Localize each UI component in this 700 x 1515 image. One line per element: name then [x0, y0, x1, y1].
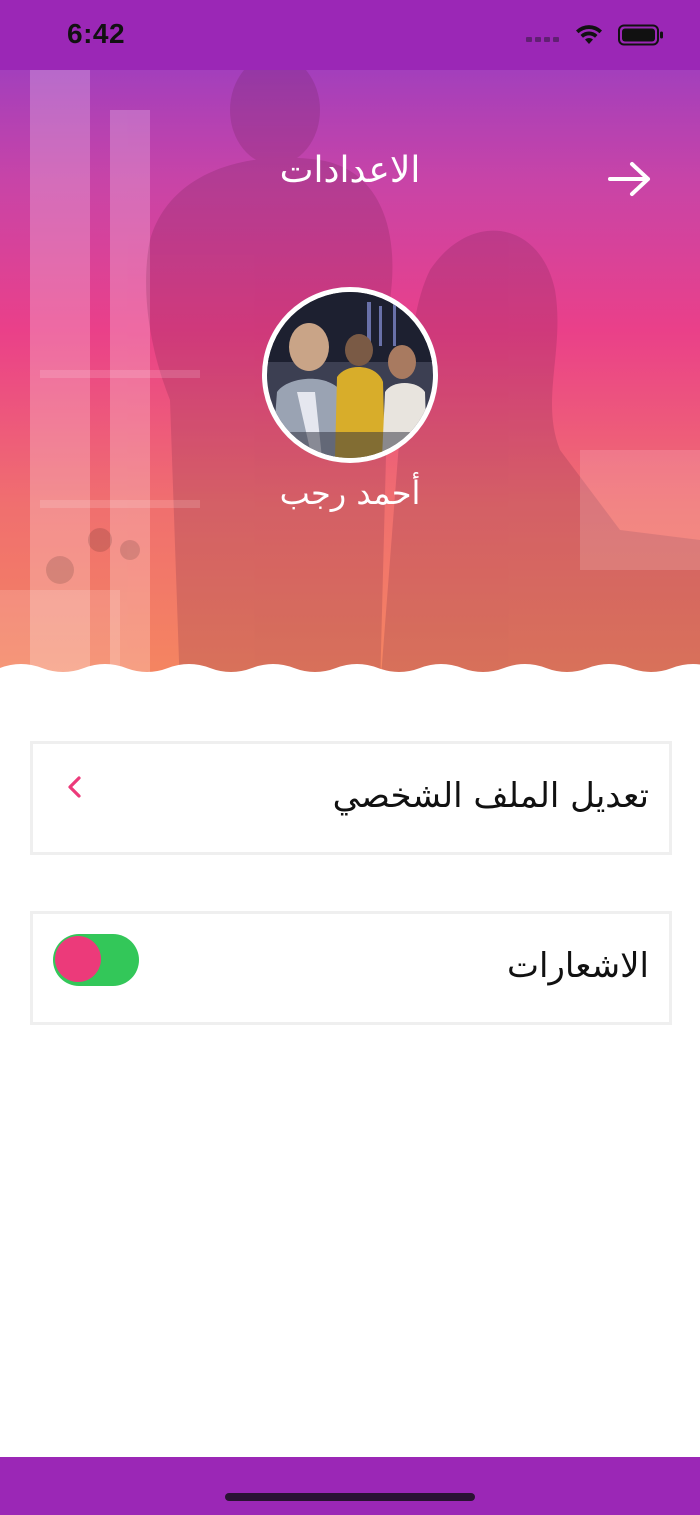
cellular-signal-icon [526, 28, 560, 47]
notifications-toggle[interactable] [53, 934, 139, 986]
home-indicator[interactable] [225, 1493, 475, 1501]
edit-profile-label: تعديل الملف الشخصي [332, 776, 649, 816]
notifications-row: الاشعارات [30, 911, 672, 1025]
user-name: أحمد رجب [279, 474, 421, 512]
battery-icon [618, 24, 664, 50]
back-button[interactable] [606, 158, 654, 200]
header-wave [0, 664, 700, 700]
arrow-right-icon [606, 162, 654, 204]
status-bar: 6:42 [0, 0, 700, 70]
settings-screen: 6:42 الاعدادات أحمد رجب تعديل الملف الشخ… [0, 0, 700, 1515]
avatar-photo [267, 292, 433, 458]
notifications-label: الاشعارات [507, 946, 649, 986]
wifi-icon [574, 24, 604, 50]
page-title: الاعدادات [279, 150, 421, 191]
toggle-knob [55, 936, 101, 982]
status-time: 6:42 [67, 18, 126, 49]
edit-profile-row[interactable]: تعديل الملف الشخصي [30, 741, 672, 855]
avatar[interactable] [262, 287, 438, 463]
chevron-left-icon [65, 774, 85, 800]
bottom-bar [0, 1457, 700, 1515]
status-icons [526, 24, 664, 50]
